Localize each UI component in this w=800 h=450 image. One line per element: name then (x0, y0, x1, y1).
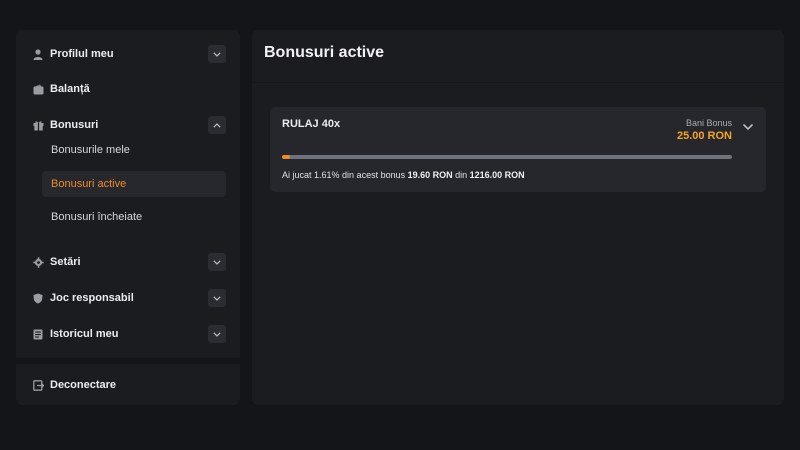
chevron-down-icon[interactable] (742, 119, 754, 131)
bonus-type-label: Bani Bonus (685, 118, 732, 128)
sidebar-item-balance[interactable]: Balanță (32, 76, 226, 102)
shield-icon (32, 292, 44, 304)
chevron-up-icon[interactable] (208, 116, 226, 134)
required-amount: 1216.00 RON (469, 170, 525, 180)
logout-label: Deconectare (50, 379, 117, 391)
sidebar-subitem-label: Bonusurile mele (51, 144, 130, 156)
sidebar-subitem-my-bonuses[interactable]: Bonusurile mele (42, 137, 226, 163)
sidebar-item-settings[interactable]: Setări (32, 249, 226, 275)
logout-button[interactable]: Deconectare (32, 372, 226, 398)
played-amount: 19.60 RON (407, 170, 453, 180)
sidebar-item-label: Bonusuri (50, 119, 99, 131)
sidebar-item-label: Balanță (50, 83, 90, 95)
chevron-down-icon[interactable] (208, 253, 226, 271)
sidebar-item-bonuses[interactable]: Bonusuri (32, 112, 226, 138)
progress-prefix: Ai jucat (282, 170, 315, 180)
gift-icon (32, 119, 44, 131)
sidebar-subitem-label: Bonusuri încheiate (51, 211, 143, 223)
progress-middle: din acest bonus (339, 170, 408, 180)
chevron-down-icon[interactable] (208, 289, 226, 307)
sidebar-item-label: Setări (50, 256, 81, 268)
logout-icon (32, 379, 44, 391)
account-sidebar: Profilul meu Balanță Bonusuri Bonusurile… (16, 30, 240, 405)
page-title: Bonusuri active (264, 44, 385, 61)
sidebar-item-history[interactable]: Istoricul meu (32, 321, 226, 347)
progress-from: din (452, 170, 470, 180)
bonus-title: RULAJ 40x (282, 118, 341, 130)
sidebar-item-responsible-gaming[interactable]: Joc responsabil (32, 285, 226, 311)
history-icon (32, 328, 44, 340)
sidebar-item-label: Profilul meu (50, 48, 114, 60)
sidebar-item-label: Joc responsabil (50, 292, 134, 304)
sidebar-subitem-active-bonuses[interactable]: Bonusuri active (42, 171, 226, 197)
sidebar-item-label: Istoricul meu (50, 328, 119, 340)
sidebar-divider (16, 358, 240, 364)
wagering-progress-bar (282, 155, 732, 159)
bonus-card[interactable]: RULAJ 40x Bani Bonus 25.00 RON Ai jucat … (270, 107, 766, 192)
wagering-progress-text: Ai jucat 1.61% din acest bonus 19.60 RON… (282, 170, 525, 180)
main-panel: Bonusuri active RULAJ 40x Bani Bonus 25.… (252, 30, 784, 405)
user-icon (32, 48, 44, 60)
progress-percent: 1.61% (314, 170, 340, 180)
bonus-amount: 25.00 RON (676, 130, 732, 142)
sidebar-subitem-label: Bonusuri active (51, 178, 127, 190)
sidebar-subitem-finished-bonuses[interactable]: Bonusuri încheiate (42, 204, 226, 230)
wallet-icon (32, 83, 44, 95)
title-divider (252, 82, 784, 83)
chevron-down-icon[interactable] (208, 45, 226, 63)
app-frame: Profilul meu Balanță Bonusuri Bonusurile… (0, 0, 800, 450)
chevron-down-icon[interactable] (208, 325, 226, 343)
sidebar-item-profile[interactable]: Profilul meu (32, 41, 226, 67)
gear-icon (32, 256, 44, 268)
wagering-progress-fill (282, 155, 291, 159)
